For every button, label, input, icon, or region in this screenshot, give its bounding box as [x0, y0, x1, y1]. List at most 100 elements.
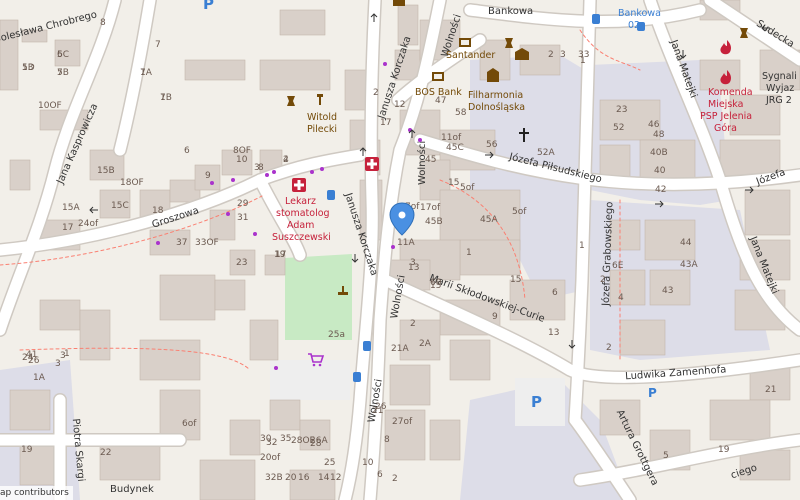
poi-filharmonia-label-2: Dolnośląska: [468, 102, 525, 113]
house-number: 60: [430, 278, 442, 288]
house-number: 24of: [78, 219, 99, 229]
park-area: [285, 254, 352, 340]
house-number: 40: [654, 166, 666, 176]
poi-sygnali-label-2: Wyjaz: [766, 83, 794, 94]
house-number: 33OF: [195, 238, 219, 248]
house-number: 45A: [480, 215, 498, 225]
house-number: 29: [237, 199, 249, 209]
parking-icon: P: [648, 386, 657, 400]
house-number: 2: [548, 50, 554, 60]
house-number: 7: [155, 40, 161, 50]
house-number: 8: [384, 435, 390, 445]
house-number: 41: [26, 350, 37, 360]
street-bankowa: Bankowa: [488, 6, 533, 17]
house-number: 3: [560, 50, 566, 60]
house-number: 25a: [328, 330, 345, 340]
house-number: 12: [394, 100, 405, 110]
house-number: 45: [425, 155, 436, 165]
marker-label: 11A: [397, 238, 415, 248]
house-number: 31: [237, 213, 248, 223]
house-number: 20: [285, 473, 297, 483]
house-number: 15: [510, 275, 521, 285]
house-number: 4: [618, 293, 624, 303]
poi-witold-label-1: Witold: [307, 112, 337, 123]
house-number: 13: [22, 63, 33, 73]
house-number: 2: [600, 275, 606, 285]
house-number: 21A: [391, 344, 409, 354]
house-number: 44: [680, 238, 692, 248]
house-number: 2: [410, 319, 416, 329]
house-number: 52: [613, 123, 624, 133]
house-number: 52A: [537, 148, 555, 158]
house-number: 37: [176, 238, 187, 248]
house-number: 48: [653, 130, 665, 140]
poi-lekarz-label-4: Suszczewski: [272, 232, 331, 243]
house-number: 6: [377, 470, 383, 480]
house-number: 27of: [392, 417, 413, 427]
map-svg[interactable]: Bolesława Chrobrego Jana Kasprowicza Gro…: [0, 0, 800, 500]
house-number: 17of: [420, 203, 441, 213]
house-number: 6of: [182, 419, 197, 429]
house-number: 3: [410, 258, 416, 268]
house-number: 5: [663, 451, 669, 461]
map-canvas[interactable]: Bolesława Chrobrego Jana Kasprowicza Gro…: [0, 0, 800, 500]
house-number: 18OF: [120, 178, 144, 188]
house-number: 12: [330, 473, 341, 483]
house-number: 19: [718, 445, 730, 455]
house-number: 23: [616, 105, 627, 115]
map-attribution: ap contributors: [0, 486, 73, 500]
house-number: 1: [466, 248, 472, 258]
house-number: 43A: [680, 260, 698, 270]
poi-komenda-label-4: Góra: [714, 123, 737, 134]
house-number: 14: [318, 473, 330, 483]
house-number: 21: [372, 406, 383, 416]
house-number: 3: [60, 351, 66, 361]
house-number: 46: [648, 120, 660, 130]
house-number: 45B: [425, 217, 443, 227]
house-number: 1: [140, 68, 146, 78]
house-number: 19: [21, 445, 33, 455]
house-number: 8: [100, 18, 106, 28]
poi-komenda-label-2: Miejska: [708, 99, 743, 110]
poi-santander-label: Santander: [446, 50, 495, 61]
house-number: 4: [283, 155, 289, 165]
house-number: 21: [765, 385, 776, 395]
house-number: 22: [100, 448, 111, 458]
poi-witold-label-2: Pilecki: [307, 124, 337, 135]
house-number: 5of: [512, 207, 527, 217]
house-number: 10: [236, 155, 248, 165]
house-number: 11of: [441, 133, 462, 143]
house-number: 32: [266, 438, 277, 448]
house-number: 47: [435, 96, 446, 106]
house-number: 28: [310, 439, 322, 449]
house-number: 3: [55, 359, 61, 369]
house-number: 35: [280, 434, 291, 444]
house-number: 32B: [265, 473, 283, 483]
house-number: 6: [552, 288, 558, 298]
house-number: 8: [258, 163, 264, 173]
house-number: 23: [236, 258, 247, 268]
parking-icon: P: [531, 393, 542, 411]
poi-sygnali-label-3: JRG 2: [765, 95, 792, 106]
house-number: 2: [392, 474, 398, 484]
house-number: 1: [579, 241, 585, 251]
house-number: 18: [152, 206, 164, 216]
poi-bankowa-stop-label-1: Bankowa: [618, 8, 661, 19]
house-number: 2: [606, 343, 612, 353]
house-number: 17: [275, 250, 286, 260]
house-number: 6: [184, 146, 190, 156]
house-number: 6E: [612, 261, 624, 271]
house-number: 56: [486, 140, 498, 150]
house-number: 15B: [97, 166, 115, 176]
house-number: 9: [492, 312, 498, 322]
street-budynek: Budynek: [110, 484, 154, 495]
house-number: 16: [298, 473, 310, 483]
house-number: 2A: [419, 339, 432, 349]
house-number: 15C: [111, 201, 129, 211]
house-number: 15: [448, 178, 459, 188]
house-number: 42: [655, 185, 666, 195]
house-number: 5of: [460, 183, 475, 193]
poi-lekarz-label-2: stomatolog: [276, 208, 330, 219]
house-number: 45C: [446, 143, 464, 153]
house-number: 43: [662, 286, 673, 296]
